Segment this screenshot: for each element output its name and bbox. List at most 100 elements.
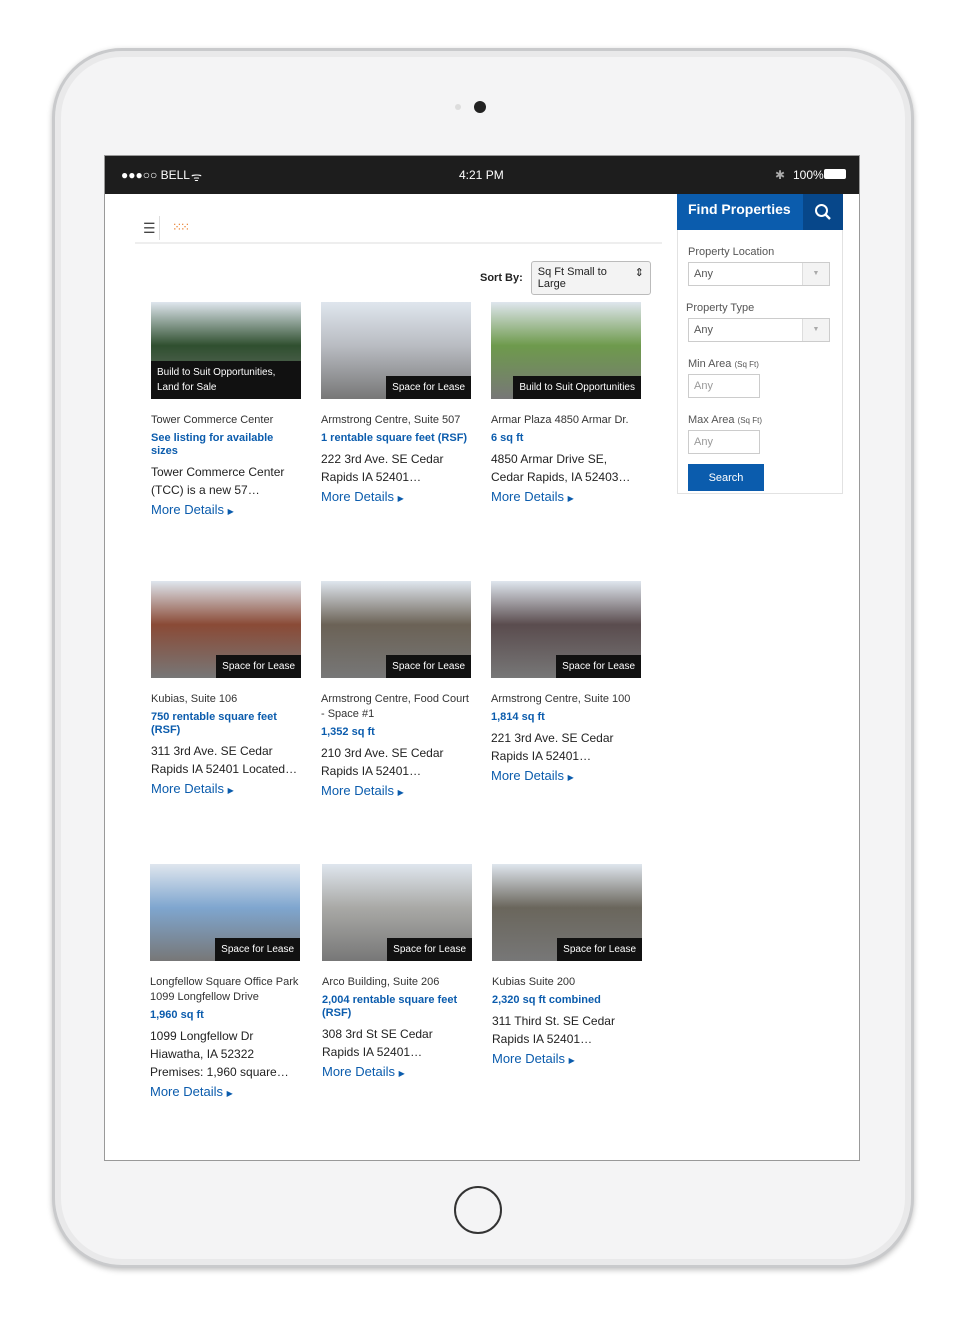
max-area-input[interactable]: Any xyxy=(688,430,760,454)
listing-size: 6 sq ft xyxy=(491,432,524,444)
max-area-label: Max Area (Sq Ft) xyxy=(688,414,762,426)
search-button[interactable]: Search xyxy=(688,464,764,491)
min-area-label: Min Area (Sq Ft) xyxy=(688,358,759,370)
listing-card[interactable]: Space for Lease Armstrong Centre, Suite … xyxy=(321,302,471,504)
type-label: Property Type xyxy=(686,302,755,314)
listing-size: See listing for available sizes xyxy=(151,432,274,457)
listing-name: Kubias, Suite 106 xyxy=(151,693,238,705)
listing-card[interactable]: Space for Lease Armstrong Centre, Food C… xyxy=(321,581,471,798)
find-properties-panel: Find Properties Property Location Any ▼ P… xyxy=(677,194,843,494)
more-details-link[interactable]: More Details ▶ xyxy=(151,502,301,517)
listing-name: Armar Plaza 4850 Armar Dr. xyxy=(491,414,629,426)
listing-card[interactable]: Build to Suit Opportunities Armar Plaza … xyxy=(491,302,641,504)
battery-icon xyxy=(824,169,846,179)
listing-type-badge: Space for Lease xyxy=(216,655,301,678)
listing-card[interactable]: Space for Lease Arco Building, Suite 206… xyxy=(322,864,472,1079)
wifi-icon: ᯤ xyxy=(191,170,202,184)
listing-name: Armstrong Centre, Suite 507 xyxy=(321,414,461,426)
bluetooth-icon: ✱ xyxy=(775,168,786,182)
listing-name: Tower Commerce Center xyxy=(151,414,274,426)
grid-view-icon[interactable]: ⁙⁙ xyxy=(172,220,190,234)
listing-photo[interactable]: Space for Lease xyxy=(150,864,300,961)
sort-select[interactable]: Sq Ft Small to Large ⇕ xyxy=(530,261,651,295)
listing-description: 210 3rd Ave. SE Cedar Rapids IA 52401… xyxy=(321,746,444,778)
listing-type-badge: Build to Suit Opportunities xyxy=(513,376,641,399)
clock: 4:21 PM xyxy=(459,168,504,182)
view-toggle-bar: ☰ ⁙⁙ xyxy=(135,194,662,244)
listing-size: 750 rentable square feet (RSF) xyxy=(151,711,277,736)
listing-type-badge: Space for Lease xyxy=(387,938,472,961)
listing-type-badge: Space for Lease xyxy=(386,376,471,399)
listing-card[interactable]: Space for Lease Kubias, Suite 106 750 re… xyxy=(151,581,301,796)
listing-card[interactable]: Space for Lease Kubias Suite 200 2,320 s… xyxy=(492,864,642,1066)
listing-photo[interactable]: Space for Lease xyxy=(321,302,471,399)
listing-card[interactable]: Build to Suit Opportunities, Land for Sa… xyxy=(151,302,301,517)
more-details-link[interactable]: More Details ▶ xyxy=(322,1064,472,1079)
sensor xyxy=(455,104,461,110)
min-area-input[interactable]: Any xyxy=(688,374,760,398)
more-details-link[interactable]: More Details ▶ xyxy=(492,1051,642,1066)
home-button[interactable] xyxy=(454,1186,502,1234)
sort-label: Sort By: xyxy=(480,272,523,284)
caret-right-icon: ▶ xyxy=(227,786,234,795)
more-details-link[interactable]: More Details ▶ xyxy=(151,781,301,796)
more-details-link[interactable]: More Details ▶ xyxy=(150,1084,300,1099)
listing-size: 1 rentable square feet (RSF) xyxy=(321,432,468,444)
more-details-link[interactable]: More Details ▶ xyxy=(491,489,641,504)
listing-card[interactable]: Space for Lease Longfellow Square Office… xyxy=(150,864,300,1099)
search-icon[interactable] xyxy=(803,194,843,230)
listing-description: 308 3rd St SE Cedar Rapids IA 52401… xyxy=(322,1027,433,1059)
carrier: ●●●○○ BELL xyxy=(121,168,190,182)
listing-size: 2,004 rentable square feet (RSF) xyxy=(322,994,458,1019)
listing-name: Armstrong Centre, Suite 100 xyxy=(491,693,631,705)
more-details-link[interactable]: More Details ▶ xyxy=(491,768,641,783)
more-details-link[interactable]: More Details ▶ xyxy=(321,489,471,504)
chevron-down-icon: ▼ xyxy=(802,263,829,285)
listing-photo[interactable]: Space for Lease xyxy=(491,581,641,678)
caret-right-icon: ▶ xyxy=(227,507,234,516)
listing-photo[interactable]: Space for Lease xyxy=(151,581,301,678)
more-details-link[interactable]: More Details ▶ xyxy=(321,783,471,798)
listing-photo[interactable]: Build to Suit Opportunities, Land for Sa… xyxy=(151,302,301,399)
listing-photo[interactable]: Space for Lease xyxy=(322,864,472,961)
caret-right-icon: ▶ xyxy=(567,773,574,782)
listing-description: 222 3rd Ave. SE Cedar Rapids IA 52401… xyxy=(321,452,444,484)
caret-right-icon: ▶ xyxy=(568,1056,575,1065)
caret-right-icon: ▶ xyxy=(226,1089,233,1098)
status-bar: ●●●○○ BELL ᯤ 4:21 PM ✱ 100% xyxy=(105,156,859,194)
location-select[interactable]: Any ▼ xyxy=(688,262,830,286)
listing-name: Longfellow Square Office Park 1099 Longf… xyxy=(150,976,299,1003)
listing-name: Armstrong Centre, Food Court - Space #1 xyxy=(321,693,469,720)
listing-name: Kubias Suite 200 xyxy=(492,976,576,988)
listing-photo[interactable]: Space for Lease xyxy=(492,864,642,961)
listing-card[interactable]: Space for Lease Armstrong Centre, Suite … xyxy=(491,581,641,783)
screen: ●●●○○ BELL ᯤ 4:21 PM ✱ 100% ☰ ⁙⁙ Sort By… xyxy=(104,155,860,1161)
chevron-down-icon: ▼ xyxy=(802,319,829,341)
location-label: Property Location xyxy=(688,246,775,258)
listing-type-badge: Space for Lease xyxy=(215,938,300,961)
list-view-icon[interactable]: ☰ xyxy=(143,220,156,237)
listing-name: Arco Building, Suite 206 xyxy=(322,976,440,988)
listing-description: 4850 Armar Drive SE, Cedar Rapids, IA 52… xyxy=(491,452,631,484)
listing-photo[interactable]: Space for Lease xyxy=(321,581,471,678)
listing-description: Tower Commerce Center (TCC) is a new 57… xyxy=(151,465,285,497)
sort-control: Sort By: Sq Ft Small to Large ⇕ xyxy=(480,261,651,295)
listing-type-badge: Space for Lease xyxy=(556,655,641,678)
caret-right-icon: ▶ xyxy=(567,494,574,503)
listing-description: 221 3rd Ave. SE Cedar Rapids IA 52401… xyxy=(491,731,614,763)
listing-photo[interactable]: Build to Suit Opportunities xyxy=(491,302,641,399)
listing-description: 311 Third St. SE Cedar Rapids IA 52401… xyxy=(492,1014,615,1046)
panel-title: Find Properties xyxy=(688,201,791,217)
caret-right-icon: ▶ xyxy=(397,494,404,503)
listing-size: 1,814 sq ft xyxy=(491,711,545,723)
listing-description: 311 3rd Ave. SE Cedar Rapids IA 52401 Lo… xyxy=(151,744,298,776)
listing-size: 1,352 sq ft xyxy=(321,726,375,738)
listing-type-badge: Space for Lease xyxy=(386,655,471,678)
type-select[interactable]: Any ▼ xyxy=(688,318,830,342)
caret-right-icon: ▶ xyxy=(397,788,404,797)
listing-type-badge: Build to Suit Opportunities, Land for Sa… xyxy=(151,361,301,399)
listing-description: 1099 Longfellow Dr Hiawatha, IA 52322 Pr… xyxy=(150,1029,289,1079)
battery-percent: 100% xyxy=(793,168,824,182)
listing-type-badge: Space for Lease xyxy=(557,938,642,961)
listing-size: 2,320 sq ft combined xyxy=(492,994,601,1006)
